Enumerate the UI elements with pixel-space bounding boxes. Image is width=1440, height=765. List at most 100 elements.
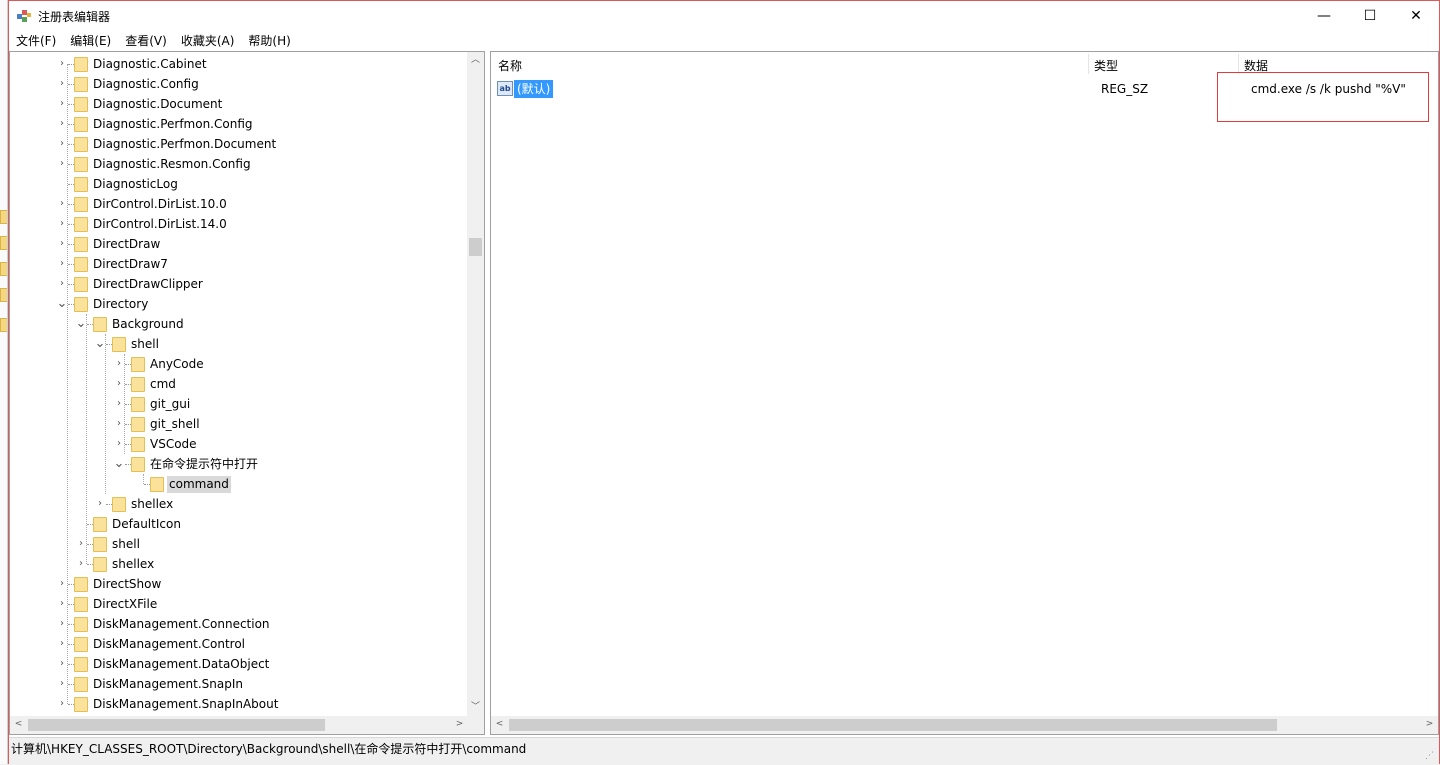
expand-chevron-icon[interactable]: › (56, 96, 68, 112)
tree-node-label[interactable]: command (167, 476, 231, 493)
expand-chevron-icon[interactable]: › (56, 76, 68, 92)
expand-chevron-icon[interactable]: › (56, 276, 68, 292)
collapse-chevron-icon[interactable]: ⌄ (113, 456, 125, 472)
tree-node[interactable]: › DiskManagement.SnapInAbout (10, 694, 468, 714)
tree-node-label[interactable]: Background (110, 316, 186, 333)
collapse-chevron-icon[interactable]: ⌄ (94, 336, 106, 352)
tree-node[interactable]: › DiskManagement.Connection (10, 614, 468, 634)
menu-favorites[interactable]: 收藏夹(A) (174, 31, 242, 51)
expand-chevron-icon[interactable]: › (56, 596, 68, 612)
tree-node-label[interactable]: DefaultIcon (110, 516, 183, 533)
expand-chevron-icon[interactable]: › (56, 156, 68, 172)
tree-node-label[interactable]: Diagnostic.Config (91, 76, 201, 93)
tree-hscroll-thumb[interactable] (28, 719, 325, 731)
tree-node[interactable]: ⌄ Directory (10, 294, 468, 314)
expand-chevron-icon[interactable]: › (56, 616, 68, 632)
tree-node-label[interactable]: 在命令提示符中打开 (148, 456, 260, 473)
scroll-right-arrow-icon[interactable]: > (451, 716, 468, 733)
tree-node-label[interactable]: AnyCode (148, 356, 206, 373)
tree-node-label[interactable]: DiskManagement.SnapInAbout (91, 696, 280, 713)
expand-chevron-icon[interactable]: › (56, 636, 68, 652)
tree-node-label[interactable]: DiskManagement.Control (91, 636, 247, 653)
minimize-button[interactable]: — (1301, 1, 1347, 31)
tree-node[interactable]: › DirectXFile (10, 594, 468, 614)
tree-node[interactable]: › git_gui (10, 394, 468, 414)
menu-view[interactable]: 查看(V) (118, 31, 174, 51)
expand-chevron-icon[interactable]: › (113, 396, 125, 412)
tree-node-label[interactable]: DirectDrawClipper (91, 276, 205, 293)
tree-node-label[interactable]: VSCode (148, 436, 199, 453)
tree-node[interactable]: › shellex (10, 494, 468, 514)
expand-chevron-icon[interactable]: › (56, 576, 68, 592)
scroll-left-arrow-icon[interactable]: < (491, 716, 508, 733)
scroll-left-arrow-icon[interactable]: < (10, 716, 27, 733)
close-button[interactable]: ✕ (1393, 1, 1439, 31)
tree-node-label[interactable]: Directory (91, 296, 150, 313)
expand-chevron-icon[interactable]: › (113, 416, 125, 432)
tree-node-label[interactable]: DiskManagement.Connection (91, 616, 272, 633)
tree-node-label[interactable]: cmd (148, 376, 178, 393)
expand-chevron-icon[interactable]: › (113, 376, 125, 392)
tree-node-label[interactable]: DirectShow (91, 576, 163, 593)
scroll-down-arrow-icon[interactable]: ﹀ (467, 699, 484, 716)
tree-node[interactable]: DefaultIcon (10, 514, 468, 534)
tree-node[interactable]: ⌄ 在命令提示符中打开 (10, 454, 468, 474)
tree-node[interactable]: › DirectDraw (10, 234, 468, 254)
expand-chevron-icon[interactable]: › (75, 556, 87, 572)
tree-node-label[interactable]: shell (110, 536, 142, 553)
tree-node-label[interactable]: Diagnostic.Cabinet (91, 56, 209, 73)
menu-edit[interactable]: 编辑(E) (63, 31, 118, 51)
tree-node-label[interactable]: DirControl.DirList.14.0 (91, 216, 229, 233)
tree-node[interactable]: › DirControl.DirList.14.0 (10, 214, 468, 234)
tree-node[interactable]: › DirectDrawClipper (10, 274, 468, 294)
menu-help[interactable]: 帮助(H) (241, 31, 297, 51)
column-name-header[interactable]: 名称 (498, 57, 522, 74)
column-type-header[interactable]: 类型 (1094, 57, 1118, 74)
expand-chevron-icon[interactable]: › (75, 536, 87, 552)
expand-chevron-icon[interactable]: › (113, 436, 125, 452)
expand-chevron-icon[interactable]: › (56, 196, 68, 212)
maximize-button[interactable]: ☐ (1347, 1, 1393, 31)
tree-node-label[interactable]: DiskManagement.DataObject (91, 656, 271, 673)
collapse-chevron-icon[interactable]: ⌄ (75, 316, 87, 332)
tree-node-label[interactable]: DirectDraw7 (91, 256, 170, 273)
tree-node-label[interactable]: DirControl.DirList.10.0 (91, 196, 229, 213)
column-divider[interactable] (1238, 54, 1239, 74)
scroll-right-arrow-icon[interactable]: > (1421, 716, 1438, 733)
tree-node[interactable]: › cmd (10, 374, 468, 394)
tree-node-label[interactable]: DirectDraw (91, 236, 162, 253)
expand-chevron-icon[interactable]: › (56, 256, 68, 272)
expand-chevron-icon[interactable]: › (56, 56, 68, 72)
tree-vertical-scrollbar[interactable]: ︿ ﹀ (467, 52, 484, 716)
tree-node[interactable]: command (10, 474, 468, 494)
expand-chevron-icon[interactable]: › (94, 496, 106, 512)
menu-file[interactable]: 文件(F) (9, 31, 63, 51)
tree-node[interactable]: › DirectShow (10, 574, 468, 594)
tree-node-label[interactable]: DirectXFile (91, 596, 159, 613)
expand-chevron-icon[interactable]: › (56, 136, 68, 152)
tree-node[interactable]: ⌄ shell (10, 334, 468, 354)
tree-vscroll-thumb[interactable] (469, 238, 482, 256)
expand-chevron-icon[interactable]: › (56, 236, 68, 252)
expand-chevron-icon[interactable]: › (113, 356, 125, 372)
column-divider[interactable] (1088, 54, 1089, 74)
expand-chevron-icon[interactable]: › (56, 116, 68, 132)
tree-node[interactable]: › Diagnostic.Config (10, 74, 468, 94)
tree-node[interactable]: DiagnosticLog (10, 174, 468, 194)
tree-node-label[interactable]: git_gui (148, 396, 192, 413)
list-hscroll-thumb[interactable] (509, 719, 1277, 731)
tree-node[interactable]: › DiskManagement.SnapIn (10, 674, 468, 694)
tree-node-label[interactable]: Diagnostic.Document (91, 96, 224, 113)
tree-node[interactable]: › Diagnostic.Cabinet (10, 54, 468, 74)
expand-chevron-icon[interactable]: › (56, 696, 68, 712)
tree-node[interactable]: ⌄ Background (10, 314, 468, 334)
tree-node[interactable]: › git_shell (10, 414, 468, 434)
tree-node-label[interactable]: Diagnostic.Resmon.Config (91, 156, 253, 173)
tree-node-label[interactable]: shell (129, 336, 161, 353)
scroll-up-arrow-icon[interactable]: ︿ (467, 52, 484, 69)
tree-node[interactable]: › DiskManagement.DataObject (10, 654, 468, 674)
expand-chevron-icon[interactable]: › (56, 676, 68, 692)
tree-node[interactable]: › AnyCode (10, 354, 468, 374)
title-bar[interactable]: 注册表编辑器 — ☐ ✕ (9, 1, 1439, 31)
expand-chevron-icon[interactable]: › (56, 216, 68, 232)
